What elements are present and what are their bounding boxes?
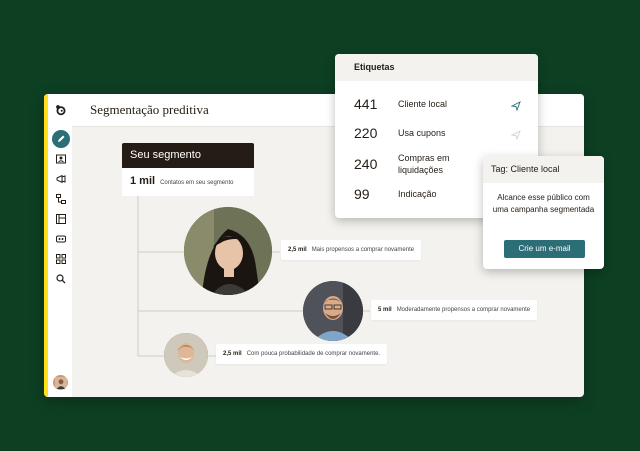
customer-photo-3 [164, 333, 208, 377]
cta-text: Alcance esse público com uma campanha se… [492, 193, 595, 214]
branch-value: 2,5 mil [288, 247, 307, 253]
tag-label: Indicação [398, 189, 437, 199]
customer-photo-1 [184, 207, 272, 295]
branch-pill-1[interactable]: 2,5 mil Mais propensos a comprar novamen… [281, 240, 422, 260]
segment-title: Seu segmento [122, 143, 254, 168]
segment-count-desc: Contatos em seu segmento [160, 180, 234, 186]
create-email-button[interactable]: Crie um e-mail [504, 240, 585, 258]
send-icon[interactable] [510, 98, 521, 112]
tag-count: 220 [354, 125, 378, 141]
branch-pill-3[interactable]: 2,5 mil Com pouca probabilidade de compr… [216, 344, 388, 364]
segment-count: 1 mil [130, 175, 156, 187]
tag-row[interactable]: 220 Usa cupons [335, 123, 538, 143]
segment-card[interactable]: Seu segmento 1 mil Contatos em seu segme… [122, 143, 254, 196]
tag-count: 240 [354, 156, 378, 172]
cta-title: Tag: Cliente local [483, 156, 604, 183]
send-icon[interactable] [510, 127, 521, 141]
tag-label: Usa cupons [398, 128, 446, 138]
tags-title: Etiquetas [335, 54, 538, 81]
branch-text: Moderadamente propensos a comprar novame… [396, 307, 531, 313]
segment-body: 1 mil Contatos em seu segmento [122, 168, 254, 196]
tag-count: 441 [354, 96, 378, 112]
tag-count: 99 [354, 186, 370, 202]
cta-card: Tag: Cliente local Alcance esse público … [483, 156, 604, 269]
branch-value: 5 mil [378, 307, 392, 313]
branch-text: Mais propensos a comprar novamente [311, 247, 415, 253]
tag-label: Cliente local [398, 99, 448, 109]
branch-text: Com pouca probabilidade de comprar novam… [246, 351, 381, 357]
branch-value: 2,5 mil [223, 351, 242, 357]
customer-photo-2 [303, 281, 363, 341]
branch-pill-2[interactable]: 5 mil Moderadamente propensos a comprar … [371, 300, 538, 320]
tag-row[interactable]: 441 Cliente local [335, 94, 538, 114]
tag-label: Compras em liquidações [398, 153, 450, 175]
